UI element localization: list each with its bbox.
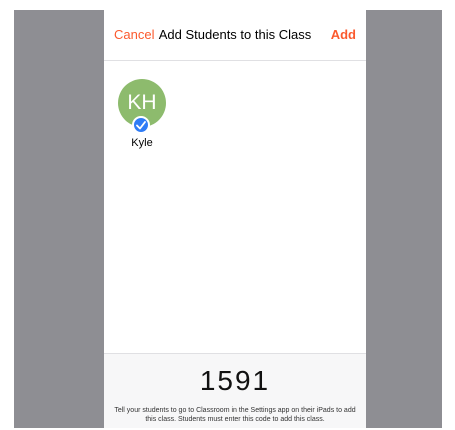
class-code: 1591 [199,365,271,396]
checkmark-icon [132,116,150,134]
class-code-panel: 1591 Tell your students to go to Classro… [104,353,366,428]
code-instructions: Tell your students to go to Classroom in… [114,407,356,423]
sheet-title: Add Students to this Class [158,27,312,42]
add-students-sheet: Cancel Add Students to this Class Add KH… [104,10,366,428]
student-name: Kyle [131,137,153,149]
student-tile-kyle[interactable]: KH Kyle [118,79,170,179]
add-button[interactable]: Add [331,27,356,42]
navigation-bar: Cancel Add Students to this Class Add [104,10,366,61]
